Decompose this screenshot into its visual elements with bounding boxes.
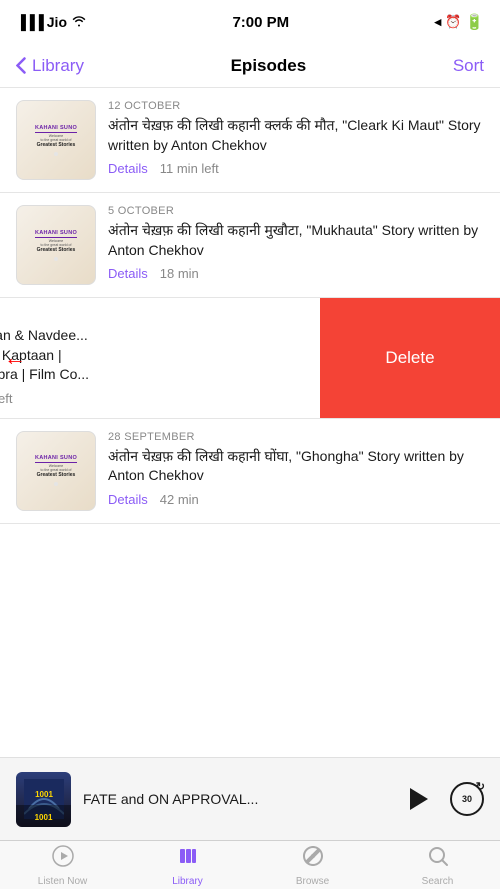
episode-content: 28 SEPTEMBER अंतोन चेख़फ़ की लिखी कहानी … — [108, 431, 484, 507]
tab-listen-now[interactable]: Listen Now — [0, 841, 125, 889]
sort-button[interactable]: Sort — [453, 56, 484, 76]
episode-title: अंतोन चेख़फ़ की लिखी कहानी घोंघा, "Ghong… — [108, 447, 484, 486]
swipe-row: FILMCO. 5 OCTOBER 67. Saif Ali Khan & Na… — [0, 298, 320, 418]
episode-title: अंतोन चेख़फ़ की लिखी कहानी मुखौटा, "Mukh… — [108, 221, 484, 260]
tab-library-label: Library — [172, 876, 203, 887]
episodes-list: KAHANI SUNO Welcome to the great world o… — [0, 88, 500, 757]
back-button[interactable]: Library — [16, 56, 84, 76]
tab-browse[interactable]: Browse — [250, 841, 375, 889]
details-link[interactable]: Details — [108, 266, 148, 281]
tab-search-label: Search — [422, 876, 454, 887]
signal-bars: ▐▐▐ — [16, 14, 43, 30]
swipe-arrow-indicator: ← — [4, 345, 26, 371]
search-icon — [426, 844, 450, 874]
battery-icon: 🔋 — [465, 13, 484, 31]
swipe-container: ← FILMCO. 5 OCTOBER 67. Saif Ali Khan & … — [0, 298, 500, 419]
episode-date: 5 OCTOBER — [108, 205, 484, 217]
episode-content: 12 OCTOBER अंतोन चेख़फ़ की लिखी कहानी क्… — [108, 100, 484, 176]
podcast-thumbnail: KAHANI SUNO Welcome to the great world o… — [16, 431, 96, 511]
episode-item: KAHANI SUNO Welcome to the great world o… — [0, 419, 500, 524]
nav-header: Library Episodes Sort — [0, 44, 500, 88]
episode-duration: 42 min — [160, 492, 199, 507]
podcast-thumbnail: KAHANI SUNO Welcome to the great world o… — [16, 100, 96, 180]
now-playing-bar[interactable]: 1001 1001 FATE and ON APPROVAL... 30 ↻ — [0, 757, 500, 840]
location-icon: ◂ — [435, 14, 442, 30]
episode-date: 28 SEPTEMBER — [108, 431, 484, 443]
now-thumb-text: 1001 — [35, 813, 53, 822]
tab-listen-now-label: Listen Now — [38, 876, 87, 887]
wifi-icon — [71, 14, 87, 30]
episode-title: 67. Saif Ali Khan & Navdee...nterview | … — [0, 326, 304, 385]
episode-duration: 2 min left — [0, 391, 13, 406]
episode-meta: Details 11 min left — [108, 161, 484, 176]
episode-item: KAHANI SUNO Welcome to the great world o… — [0, 88, 500, 193]
episode-meta: Details 2 min left — [0, 391, 304, 406]
episode-swiped-content: FILMCO. 5 OCTOBER 67. Saif Ali Khan & Na… — [0, 298, 320, 418]
now-playing-title: FATE and ON APPROVAL... — [83, 791, 388, 807]
play-button[interactable] — [400, 782, 434, 816]
episode-content: 5 OCTOBER 67. Saif Ali Khan & Navdee...n… — [0, 310, 304, 406]
podcast-thumbnail: KAHANI SUNO Welcome to the great world o… — [16, 205, 96, 285]
carrier-name: Jio — [47, 14, 67, 30]
details-link[interactable]: Details — [108, 161, 148, 176]
status-right: ◂ ⏰ 🔋 — [435, 13, 484, 31]
back-label: Library — [32, 56, 84, 76]
now-playing-controls: 30 ↻ — [400, 782, 484, 816]
tab-library[interactable]: Library — [125, 841, 250, 889]
svg-text:1001: 1001 — [35, 790, 53, 799]
tab-bar: Listen Now Library Browse Search — [0, 840, 500, 889]
tab-search[interactable]: Search — [375, 841, 500, 889]
tab-browse-label: Browse — [296, 876, 329, 887]
status-time: 7:00 PM — [232, 14, 289, 31]
status-bar: ▐▐▐ Jio 7:00 PM ◂ ⏰ 🔋 — [0, 0, 500, 44]
episode-date: 12 OCTOBER — [108, 100, 484, 112]
episode-item: KAHANI SUNO Welcome to the great world o… — [0, 193, 500, 298]
status-left: ▐▐▐ Jio — [16, 14, 87, 30]
now-playing-thumbnail: 1001 1001 — [16, 772, 71, 827]
listen-now-icon — [51, 844, 75, 874]
episode-duration: 11 min left — [160, 161, 219, 176]
page-title: Episodes — [231, 56, 307, 76]
skip-forward-button[interactable]: 30 ↻ — [450, 782, 484, 816]
alarm-icon: ⏰ — [445, 14, 461, 30]
episode-meta: Details 42 min — [108, 492, 484, 507]
library-icon — [176, 844, 200, 874]
episode-content: 5 OCTOBER अंतोन चेख़फ़ की लिखी कहानी मुख… — [108, 205, 484, 281]
browse-icon — [301, 844, 325, 874]
episode-meta: Details 18 min — [108, 266, 484, 281]
episode-date: 5 OCTOBER — [0, 310, 304, 322]
details-link[interactable]: Details — [108, 492, 148, 507]
episode-duration: 18 min — [160, 266, 199, 281]
episode-title: अंतोन चेख़फ़ की लिखी कहानी क्लर्क की मौत… — [108, 116, 484, 155]
delete-button[interactable]: Delete — [320, 298, 500, 418]
